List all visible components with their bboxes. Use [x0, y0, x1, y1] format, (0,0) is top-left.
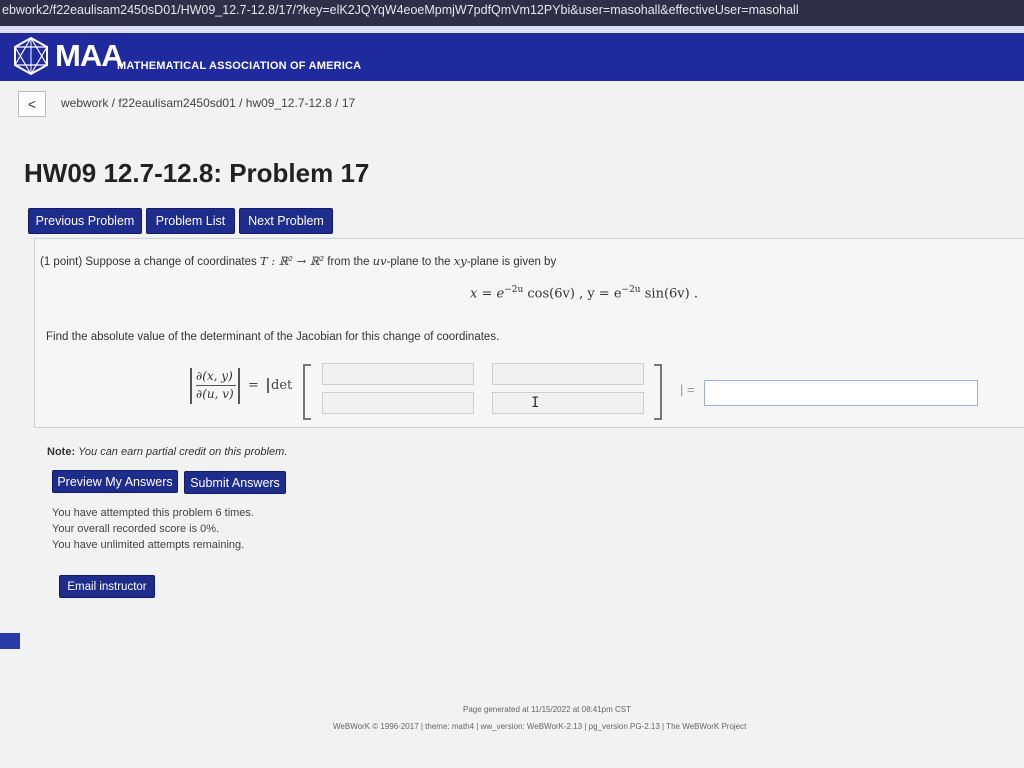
equals-sign: = — [248, 378, 259, 393]
points-label: (1 point) — [40, 256, 83, 268]
site-header: MAA MATHEMATICAL ASSOCIATION OF AMERICA — [0, 33, 1024, 81]
matrix-right-bracket — [654, 364, 662, 420]
find-instruction: Find the absolute value of the determina… — [46, 331, 500, 343]
eq-x-rest: cos(6v) , y = e — [523, 286, 622, 302]
eq-x-exp-text: 2u — [511, 285, 524, 295]
attempt-count: You have attempted this problem 6 times. — [52, 507, 254, 519]
text-cursor-icon: I — [531, 395, 540, 411]
problem-list-button[interactable]: Problem List — [146, 208, 235, 234]
page-generated-time: Page generated at 11/15/2022 at 08:41pm … — [463, 705, 631, 714]
determinant-answer-input[interactable] — [704, 380, 978, 406]
tab-stripe — [0, 26, 1024, 33]
det-label: det — [267, 378, 293, 393]
abs-equals: | = — [680, 382, 695, 397]
email-instructor-button[interactable]: Email instructor — [59, 575, 155, 598]
transformation-equation: x = e−2u cos(6v) , y = e−2u sin(6v) . — [470, 285, 698, 301]
maa-logo-icon[interactable] — [12, 36, 50, 76]
note-text: You can earn partial credit on this prob… — [78, 446, 288, 458]
back-button[interactable]: < — [18, 91, 46, 117]
statement-part-b: from the — [327, 256, 373, 268]
eq-y-exponent: −2u — [621, 285, 641, 295]
preview-answers-button[interactable]: Preview My Answers — [52, 470, 178, 493]
footer-credits: WeBWorK © 1996-2017 | theme: math4 | ww_… — [333, 722, 747, 731]
matrix-input-r2c2[interactable] — [492, 392, 644, 414]
breadcrumb[interactable]: webwork / f22eaulisam2450sd01 / hw09_12.… — [61, 96, 355, 110]
eq-y-exp-text: 2u — [629, 285, 641, 295]
map-notation: T : ℝ² → ℝ² — [259, 254, 325, 268]
matrix-input-r1c1[interactable] — [322, 363, 474, 385]
statement-part-a: Suppose a change of coordinates — [85, 256, 260, 268]
statement-part-d: -plane is given by — [466, 256, 557, 268]
submit-answers-button[interactable]: Submit Answers — [184, 471, 286, 494]
url-text: ebwork2/f22eaulisam2450sD01/HW09_12.7-12… — [2, 3, 799, 17]
eq-x-lhs: x = e — [470, 286, 505, 302]
browser-url-bar[interactable]: ebwork2/f22eaulisam2450sD01/HW09_12.7-12… — [0, 0, 1024, 26]
uv-plane: uv — [372, 254, 387, 268]
xy-plane: xy — [453, 254, 467, 268]
page-title: HW09 12.7-12.8: Problem 17 — [24, 158, 370, 188]
jacobian-denominator: ∂(u, v) — [196, 387, 234, 401]
problem-statement: (1 point) Suppose a change of coordinate… — [40, 254, 556, 268]
det-expression: = det — [248, 378, 293, 393]
matrix-input-r1c2[interactable] — [492, 363, 644, 385]
eq-y-rest: sin(6v) . — [640, 286, 698, 302]
matrix-input-r2c1[interactable] — [322, 392, 474, 414]
eq-x-exponent: −2u — [504, 285, 524, 295]
attempt-status: You have attempted this problem 6 times.… — [52, 505, 254, 553]
jacobian-fraction: ∂(x, y) ∂(u, v) — [190, 368, 240, 408]
partial-credit-note: Note: You can earn partial credit on thi… — [47, 446, 287, 458]
attempts-remaining: You have unlimited attempts remaining. — [52, 539, 245, 551]
next-problem-button[interactable]: Next Problem — [239, 208, 333, 234]
logo-subtitle: MATHEMATICAL ASSOCIATION OF AMERICA — [117, 60, 362, 72]
logo-text[interactable]: MAA — [55, 38, 124, 74]
matrix-left-bracket — [303, 364, 311, 420]
statement-part-c: -plane to the — [386, 256, 454, 268]
note-label: Note: — [47, 446, 76, 458]
previous-problem-button[interactable]: Previous Problem — [28, 208, 142, 234]
chevron-left-icon: < — [27, 96, 37, 112]
side-tab[interactable] — [0, 633, 20, 649]
jacobian-numerator: ∂(x, y) — [196, 369, 233, 383]
recorded-score: Your overall recorded score is 0%. — [52, 523, 220, 535]
